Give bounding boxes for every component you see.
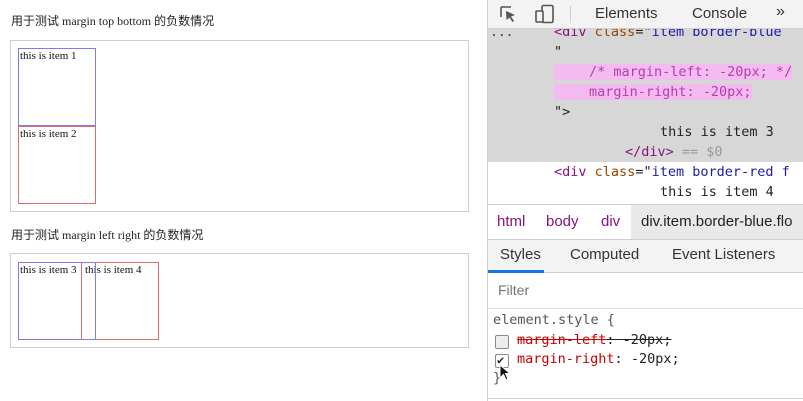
breadcrumb-div[interactable]: div — [601, 213, 620, 230]
style-block-close: } — [493, 370, 502, 386]
dom-line-quote-close: "> — [554, 104, 571, 120]
dom-line-close-div: </div> == $0 — [625, 144, 723, 160]
dom-tree[interactable]: ... <div class="item border-blue " /* ma… — [488, 29, 803, 204]
item-1: this is item 1 — [18, 48, 96, 126]
style-rule-margin-left[interactable]: margin-left: -20px; — [517, 331, 671, 350]
item-2: this is item 2 — [18, 126, 96, 204]
dom-line-comment: /* margin-left: -20px; */ — [554, 62, 803, 82]
tab-console[interactable]: Console — [692, 5, 747, 22]
tab-elements[interactable]: Elements — [595, 5, 658, 22]
element-style-selector: element.style { — [493, 312, 615, 328]
section2-heading: 用于测试 margin left right 的负数情况 — [11, 228, 204, 242]
device-toolbar-icon[interactable] — [534, 4, 556, 24]
filter-bar — [488, 273, 803, 309]
breadcrumb-body[interactable]: body — [546, 213, 579, 230]
more-tabs-button[interactable]: » — [776, 3, 785, 21]
devtools-toolbar: Elements Console » — [488, 0, 803, 29]
dom-line-div-red[interactable]: <div class="item border-red f — [554, 162, 790, 182]
margin-top-bottom-demo: this is item 1 this is item 2 — [10, 40, 469, 212]
breadcrumb-selected[interactable]: div.item.border-blue.flo — [641, 213, 792, 230]
dom-line-quote: " — [554, 44, 563, 60]
breadcrumb: html body div div.item.border-blue.flo — [488, 204, 803, 240]
tab-styles[interactable]: Styles — [500, 246, 541, 263]
margin-left-right-demo: this is item 4 this is item 3 — [10, 253, 469, 348]
margin-left-checkbox[interactable] — [495, 335, 509, 349]
tab-event-listeners[interactable]: Event Listeners — [672, 246, 775, 263]
inspect-cursor-icon[interactable] — [498, 4, 520, 24]
dom-line-text-item4: this is item 4 — [660, 184, 774, 200]
item-3: this is item 3 — [18, 262, 96, 340]
sidebar-tabs: Styles Computed Event Listeners — [488, 240, 803, 273]
devtools-panel: Elements Console » ... <div class="item … — [487, 0, 803, 401]
dom-line-div-blue[interactable]: <div class="item border-blue — [554, 29, 782, 42]
toolbar-separator — [570, 6, 571, 23]
dom-line-text-item3: this is item 3 — [660, 124, 774, 140]
styles-filter-input[interactable] — [498, 282, 698, 298]
style-rule-margin-right[interactable]: margin-right: -20px; — [517, 350, 680, 369]
tab-computed[interactable]: Computed — [570, 246, 639, 263]
rendered-page: 用于测试 margin top bottom 的负数情况 this is ite… — [0, 0, 487, 401]
breadcrumb-html[interactable]: html — [497, 213, 525, 230]
ellipsis-icon[interactable]: ... — [490, 29, 513, 40]
styles-divider — [488, 398, 803, 399]
dom-line-margin-right: margin-right: -20px; — [554, 82, 752, 102]
styles-pane: element.style { margin-left: -20px; ✔ ma… — [488, 309, 803, 401]
section1-heading: 用于测试 margin top bottom 的负数情况 — [11, 14, 215, 28]
